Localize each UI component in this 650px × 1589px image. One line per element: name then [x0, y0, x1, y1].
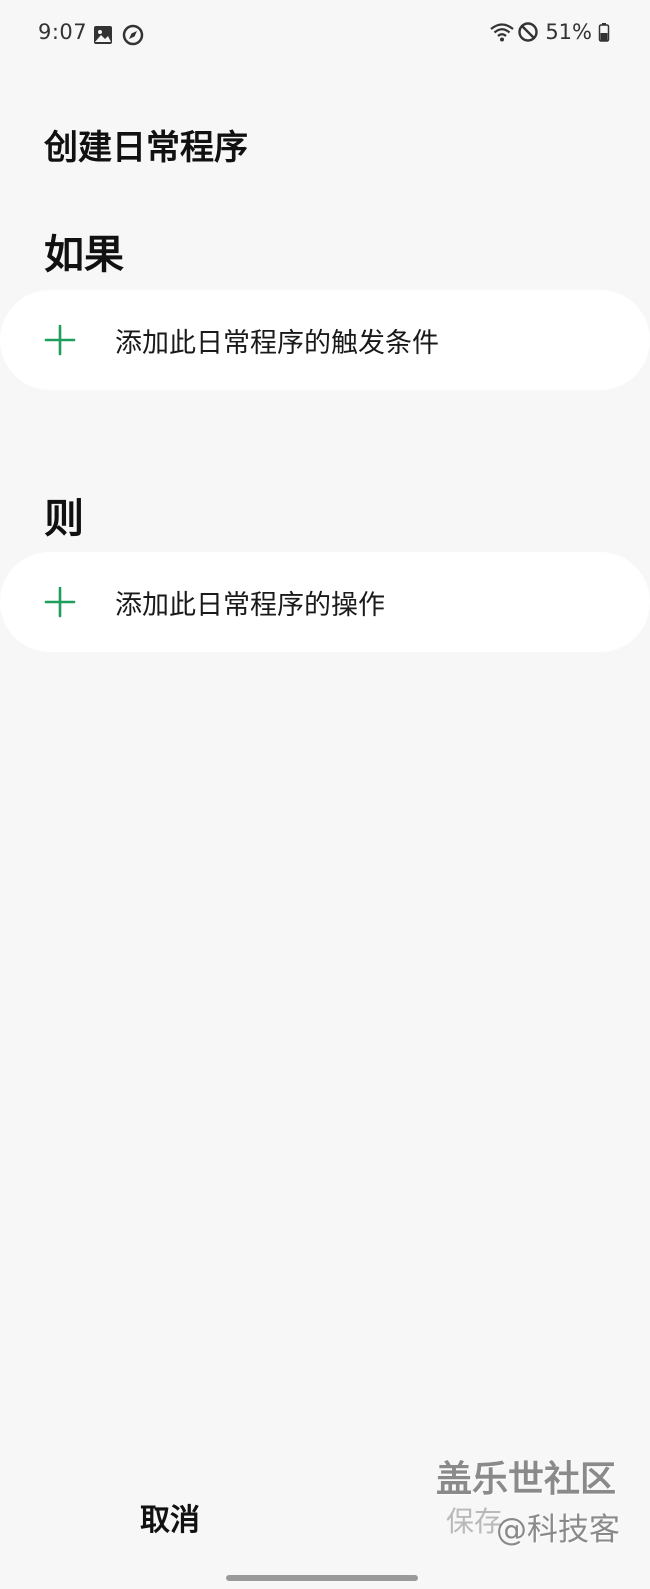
battery-icon: [598, 21, 610, 43]
plus-icon: [44, 324, 76, 356]
home-indicator[interactable]: [226, 1575, 418, 1581]
add-trigger-button[interactable]: 添加此日常程序的触发条件: [0, 290, 650, 390]
status-left-icons: [92, 24, 144, 46]
then-section-heading: 则: [44, 496, 84, 542]
do-not-disturb-icon: [517, 21, 539, 43]
status-time: 9:07: [38, 20, 88, 44]
add-trigger-label: 添加此日常程序的触发条件: [115, 327, 439, 359]
plus-icon: [44, 586, 76, 618]
add-action-label: 添加此日常程序的操作: [115, 589, 385, 621]
gallery-icon: [92, 24, 114, 46]
status-right: 51%: [489, 20, 610, 44]
save-button-ghost: 保存: [446, 1505, 503, 1538]
watermark-author-text: @科技客: [496, 1512, 620, 1548]
cancel-button[interactable]: 取消: [118, 1492, 222, 1542]
wifi-icon: [489, 21, 515, 43]
add-action-button[interactable]: 添加此日常程序的操作: [0, 552, 650, 652]
compass-icon: [122, 24, 144, 46]
page-title: 创建日常程序: [44, 128, 248, 168]
battery-percentage: 51%: [545, 20, 592, 44]
if-section-heading: 如果: [44, 232, 124, 278]
status-bar: 9:07 51%: [0, 0, 650, 72]
watermark: 盖乐世社区 保存 @科技客: [436, 1450, 636, 1560]
watermark-community-text: 盖乐世社区: [436, 1459, 617, 1500]
